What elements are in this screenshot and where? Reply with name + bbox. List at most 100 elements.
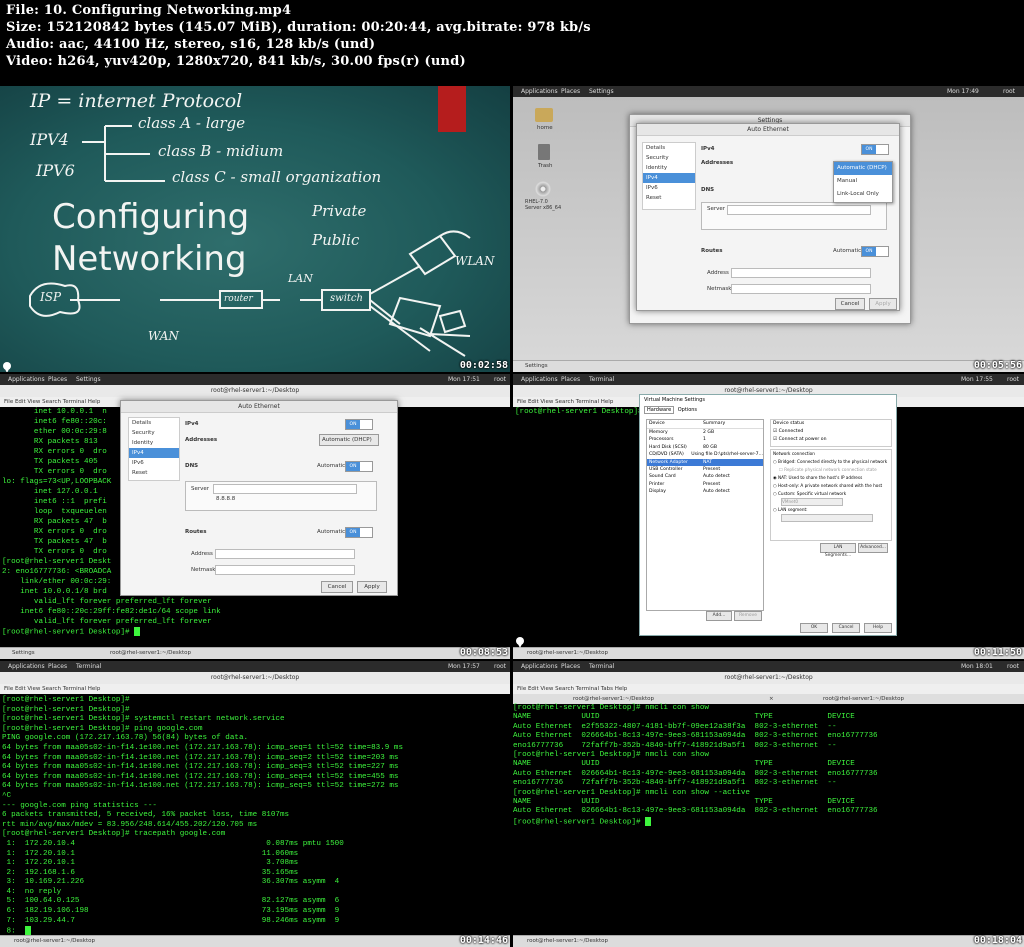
netmask-label: Netmask: [191, 567, 216, 573]
settings-app[interactable]: Settings: [76, 374, 101, 385]
task-terminal[interactable]: root@rhel-server1:~/Desktop: [110, 648, 191, 658]
sidebar-item-reset[interactable]: Reset: [643, 193, 695, 203]
trash-icon[interactable]: [538, 144, 550, 160]
applications-menu[interactable]: Applications: [521, 86, 558, 97]
terminal-menu[interactable]: File Edit View Search Terminal Help: [0, 684, 510, 694]
connect-power-checkbox[interactable]: ☑ Connect at power on: [773, 436, 891, 444]
places-menu[interactable]: Places: [561, 374, 580, 385]
lan-select[interactable]: [781, 514, 873, 522]
terminal-tab-2[interactable]: root@rhel-server1:~/Desktop: [823, 694, 904, 704]
dns-toggle[interactable]: [345, 461, 373, 472]
hostonly-radio[interactable]: ○ Host-only: A private network shared wi…: [773, 482, 891, 490]
apply-button[interactable]: Apply: [869, 298, 897, 310]
sidebar-item-identity[interactable]: Identity: [643, 163, 695, 173]
option-dhcp[interactable]: Automatic (DHCP): [834, 162, 892, 175]
custom-radio[interactable]: ○ Custom: Specific virtual network: [773, 490, 891, 498]
dns-server-value: 8.8.8.8: [216, 496, 236, 502]
disc-icon[interactable]: [535, 181, 551, 197]
sidebar-item-ipv6[interactable]: IPv6: [643, 183, 695, 193]
sidebar-item-identity[interactable]: Identity: [129, 438, 179, 448]
tab-options[interactable]: Options: [676, 407, 699, 413]
device-row[interactable]: Processors 1: [647, 436, 763, 443]
task-settings[interactable]: Settings: [525, 361, 548, 371]
task-terminal[interactable]: root@rhel-server1:~/Desktop: [527, 936, 608, 946]
cancel-button[interactable]: Cancel: [321, 581, 353, 593]
option-link-local[interactable]: Link-Local Only: [834, 188, 892, 201]
device-row[interactable]: Hard Disk (SCSI) 80 GB: [647, 444, 763, 451]
task-terminal[interactable]: root@rhel-server1:~/Desktop: [527, 648, 608, 658]
sidebar-item-details[interactable]: Details: [129, 418, 179, 428]
route-address-input[interactable]: [215, 549, 355, 559]
close-icon[interactable]: ×: [769, 694, 774, 704]
ipv4-toggle[interactable]: [861, 144, 889, 155]
user-menu[interactable]: root: [1007, 374, 1019, 385]
user-menu[interactable]: root: [494, 374, 506, 385]
terminal-tab-1[interactable]: root@rhel-server1:~/Desktop: [573, 694, 654, 704]
addresses-label: Addresses: [185, 437, 218, 443]
device-row[interactable]: Printer Present: [647, 481, 763, 488]
remove-button[interactable]: Remove: [734, 611, 762, 621]
sidebar-item-details[interactable]: Details: [643, 143, 695, 153]
user-menu[interactable]: root: [494, 661, 506, 672]
routes-toggle[interactable]: [345, 527, 373, 538]
sidebar-item-reset[interactable]: Reset: [129, 468, 179, 478]
apply-button[interactable]: Apply: [357, 581, 387, 593]
terminal-app[interactable]: Terminal: [589, 661, 614, 672]
device-row[interactable]: USB Controller Present: [647, 466, 763, 473]
applications-menu[interactable]: Applications: [521, 374, 558, 385]
ipv4-toggle[interactable]: [345, 419, 373, 430]
places-menu[interactable]: Places: [48, 374, 67, 385]
nat-radio[interactable]: ◉ NAT: Used to share the host's IP addre…: [773, 474, 891, 482]
places-menu[interactable]: Places: [561, 86, 580, 97]
device-row[interactable]: Network Adapter NAT: [647, 458, 763, 467]
settings-app[interactable]: Settings: [589, 86, 614, 97]
user-menu[interactable]: root: [1003, 86, 1015, 97]
terminal-prompt[interactable]: [root@rhel-server1 Desktop]#: [515, 407, 643, 417]
lan-segments-button[interactable]: LAN Segments...: [820, 543, 856, 558]
applications-menu[interactable]: Applications: [521, 661, 558, 672]
device-row[interactable]: Memory 2 GB: [647, 429, 763, 436]
option-manual[interactable]: Manual: [834, 175, 892, 188]
device-row[interactable]: Display Auto detect: [647, 488, 763, 495]
replicate-checkbox[interactable]: ☐ Replicate physical network connection …: [773, 466, 891, 474]
advanced-button[interactable]: Advanced...: [858, 543, 888, 553]
terminal-menu[interactable]: File Edit View Search Terminal Tabs Help: [513, 684, 1024, 694]
sidebar-item-ipv6[interactable]: IPv6: [129, 458, 179, 468]
lan-radio[interactable]: ○ LAN segment:: [773, 506, 891, 514]
ok-button[interactable]: OK: [800, 623, 828, 633]
terminal-output[interactable]: [root@rhel-server1 Desktop]# nmcli con s…: [513, 704, 878, 828]
address-mode-dropdown[interactable]: Automatic (DHCP) Manual Link-Local Only: [833, 161, 893, 203]
task-terminal[interactable]: root@rhel-server1:~/Desktop: [14, 936, 95, 946]
help-button[interactable]: Help: [864, 623, 892, 633]
vm-cancel-button[interactable]: Cancel: [832, 623, 860, 633]
sidebar-item-ipv4[interactable]: IPv4: [129, 448, 179, 458]
dns-server-input[interactable]: [727, 205, 871, 215]
task-settings[interactable]: Settings: [12, 648, 35, 658]
device-row[interactable]: CD/DVD (SATA) Using file D:\pts\rhel-serv…: [647, 451, 763, 458]
sidebar-item-security[interactable]: Security: [129, 428, 179, 438]
vmnet-select[interactable]: VMnet0: [781, 498, 843, 506]
sidebar-item-security[interactable]: Security: [643, 153, 695, 163]
places-menu[interactable]: Places: [48, 661, 67, 672]
device-row[interactable]: Sound Card Auto detect: [647, 473, 763, 480]
address-mode-select[interactable]: Automatic (DHCP): [319, 434, 379, 446]
sidebar-item-ipv4[interactable]: IPv4: [643, 173, 695, 183]
route-address-input[interactable]: [731, 268, 871, 278]
routes-toggle[interactable]: [861, 246, 889, 257]
places-menu[interactable]: Places: [561, 661, 580, 672]
add-button[interactable]: Add...: [706, 611, 732, 621]
tab-hardware[interactable]: Hardware: [644, 406, 675, 414]
home-folder-icon[interactable]: [535, 108, 553, 122]
terminal-app[interactable]: Terminal: [76, 661, 101, 672]
route-netmask-input[interactable]: [215, 565, 355, 575]
user-menu[interactable]: root: [1007, 661, 1019, 672]
applications-menu[interactable]: Applications: [8, 661, 45, 672]
connected-checkbox[interactable]: ☑ Connected: [773, 428, 891, 436]
terminal-app[interactable]: Terminal: [589, 374, 614, 385]
route-netmask-input[interactable]: [731, 284, 871, 294]
cancel-button[interactable]: Cancel: [835, 298, 865, 310]
terminal-output[interactable]: [root@rhel-server1 Desktop]# [root@rhel-s…: [2, 696, 403, 937]
bridged-radio[interactable]: ○ Bridged: Connected directly to the phy…: [773, 458, 891, 466]
applications-menu[interactable]: Applications: [8, 374, 45, 385]
dns-server-input[interactable]: 8.8.8.8: [213, 484, 357, 502]
